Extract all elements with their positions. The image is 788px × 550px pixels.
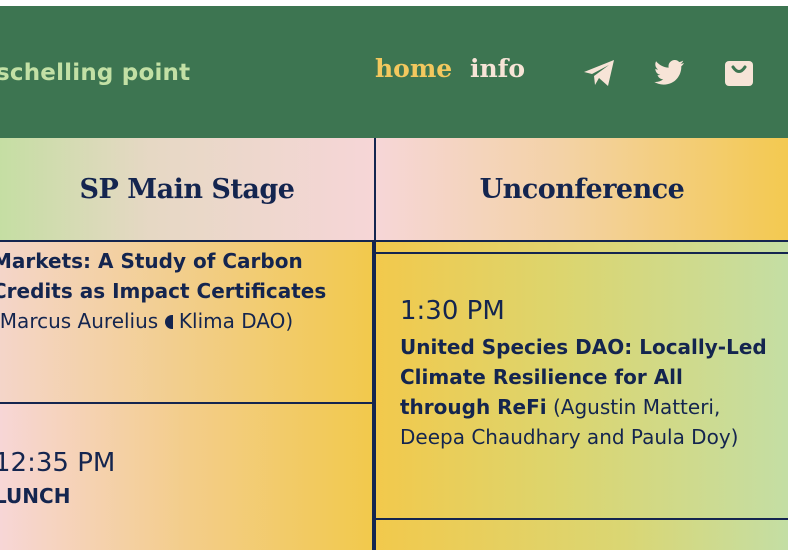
shop-bag-icon[interactable]	[722, 56, 756, 90]
stage-header-unconference: Unconference	[374, 138, 788, 242]
telegram-icon[interactable]	[582, 56, 616, 90]
twitter-icon[interactable]	[652, 56, 686, 90]
schedule-slot[interactable]: 1:30 PM United Species DAO: Locally-Led …	[376, 254, 788, 520]
halfmoon-icon	[164, 315, 173, 329]
nav-home-link[interactable]: home	[375, 54, 452, 83]
talk-entry: Markets: A Study of Carbon Credits as Im…	[0, 246, 356, 336]
stage-title-unconference: Unconference	[479, 173, 685, 205]
slot-time: 1:30 PM	[400, 296, 505, 326]
site-brand[interactable]: schelling point	[0, 60, 190, 86]
schedule-slot-edge	[376, 242, 788, 254]
stage-title-main: SP Main Stage	[79, 173, 295, 205]
schedule-slot[interactable]: Markets: A Study of Carbon Credits as Im…	[0, 242, 372, 404]
talk-title: Markets: A Study of Carbon Credits as Im…	[0, 249, 327, 303]
site-header: schelling point home info	[0, 6, 788, 138]
talk-speakers-continued: Klima DAO)	[178, 309, 294, 333]
talk-entry: United Species DAO: Locally-Led Climate …	[400, 332, 772, 452]
schedule-slot[interactable]: 12:35 PM LUNCH	[0, 404, 372, 550]
slot-title: LUNCH	[0, 484, 71, 508]
stage-header-main: SP Main Stage	[0, 138, 376, 242]
slot-time: 12:35 PM	[0, 448, 116, 478]
nav-info-link[interactable]: info	[470, 54, 525, 83]
schedule-slot[interactable]	[376, 520, 788, 550]
unconference-column: 1:30 PM United Species DAO: Locally-Led …	[374, 242, 788, 550]
talk-speakers: (Marcus Aurelius	[0, 309, 159, 333]
main-stage-column: Markets: A Study of Carbon Credits as Im…	[0, 242, 374, 550]
